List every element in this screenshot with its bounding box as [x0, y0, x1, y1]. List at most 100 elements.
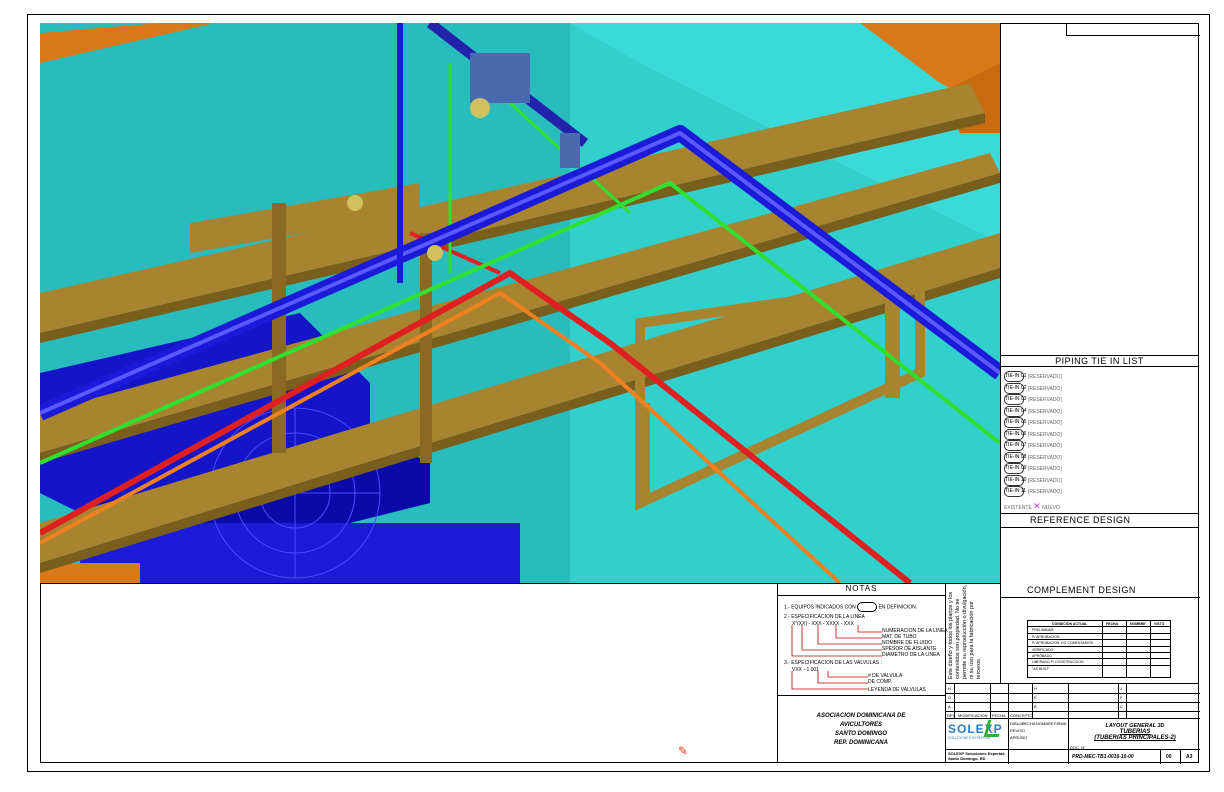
status-header-2: NOMBRE [1130, 622, 1146, 626]
status-col-line [1150, 621, 1151, 677]
note-3: 3.- ESPECIFICACION DE LAS VALVULAS : [784, 660, 882, 666]
tie-in-row: TIE-IN 03 [RESERVADO] [1004, 394, 1062, 405]
legend: EXISTENTE ✕ NUEVO [1004, 501, 1060, 512]
3d-model-view [40, 23, 1001, 584]
status-header-0: CONDICION ACTUAL [1052, 622, 1088, 626]
rev-letter-b1: E [1034, 695, 1037, 700]
tie-in-tag: TIE-IN 04 [1004, 405, 1026, 417]
doc-number: PRD-MEC-TB1-0016-10-00 [1072, 754, 1134, 760]
tie-in-tag: TIE-IN 02 [1004, 382, 1026, 394]
rev-col-0: REV [947, 713, 956, 718]
status-row-6: "AS BUILT" [1032, 666, 1050, 671]
tie-in-status: [RESERVADO] [1028, 488, 1062, 495]
owner-line-2: AVICULTORES [839, 722, 882, 728]
sheet-size: A3 [1186, 754, 1193, 760]
rev-letter-c2: C [1120, 704, 1123, 709]
tie-in-tag: TIE-IN 11 [1004, 486, 1026, 497]
rev-letter-c1: F [1120, 695, 1123, 700]
tie-in-status: [RESERVADO] [1028, 408, 1062, 415]
reference-design-title: REFERENCE DESIGN [1000, 513, 1199, 528]
note-3-item-1: DE COMP. [868, 679, 893, 685]
note-2-leaders [791, 625, 882, 657]
right-panel: PIPING TIE IN LIST TIE-IN 01 [RESERVADO] T… [1000, 23, 1200, 583]
tie-in-row: TIE-IN 10 [RESERVADO] [1004, 474, 1062, 486]
company-address-2: Santo Domingo, RD [948, 756, 986, 761]
doc-label: DOC. N° [1070, 745, 1086, 750]
status-col-line [1126, 621, 1127, 677]
approval-5: FIRMA [1054, 721, 1067, 726]
owner-line-3: SANTO DOMINGO [835, 731, 887, 737]
tie-in-row: TIE-IN 02 [RESERVADO] [1004, 382, 1062, 394]
piping-tie-title: PIPING TIE IN LIST [1000, 355, 1199, 367]
tie-in-tag: TIE-IN 07 [1004, 440, 1026, 451]
tie-in-row: TIE-IN 09 [RESERVADO] [1004, 463, 1062, 474]
rev-letter-c0: J [1120, 686, 1122, 691]
rev-letter-a0: H [948, 686, 951, 691]
tie-in-tag: TIE-IN 06 [1004, 428, 1026, 440]
status-col-line [1102, 621, 1103, 677]
approval-2: APROBO [1010, 735, 1028, 740]
tie-in-row: TIE-IN 08 [RESERVADO] [1004, 451, 1062, 463]
note-3-leaders [791, 671, 868, 690]
tie-in-row: TIE-IN 01 [RESERVADO] [1004, 371, 1062, 382]
tie-in-tag: TIE-IN 08 [1004, 451, 1026, 463]
new-label: NUEVO [1042, 505, 1060, 511]
title-lines-2 [1066, 35, 1199, 36]
owner-line-1: ASOCIACION DOMINICANA DE [816, 713, 906, 719]
note-1: 1.- EQUIPOS INDICADOS CON EN DEFINICION. [784, 602, 917, 612]
rev-letter-a2: A [948, 704, 951, 709]
tie-in-row: TIE-IN 04 [RESERVADO] [1004, 405, 1062, 417]
tie-in-status: [RESERVADO] [1028, 431, 1062, 438]
owner-line-4: REP. DOMINICANA [834, 740, 888, 746]
cross-icon: ✕ [1033, 501, 1041, 511]
tie-in-tag: TIE-IN 10 [1004, 474, 1026, 486]
rev-col-2: FECHA [992, 713, 1006, 718]
rev-letter-a1: G [948, 695, 952, 700]
tie-in-row: TIE-IN 11 [RESERVADO] [1004, 486, 1062, 497]
pen-icon: ✎ [678, 744, 689, 758]
tie-in-status: [RESERVADO] [1028, 477, 1062, 484]
tie-in-tag: TIE-IN 03 [1004, 394, 1026, 405]
tie-in-status: [RESERVADO] [1028, 465, 1062, 472]
rev-number: 00 [1166, 754, 1172, 760]
tie-in-status: [RESERVADO] [1028, 442, 1062, 449]
tie-in-status: [RESERVADO] [1028, 385, 1062, 392]
status-header: CONDICION ACTUAL FECHA NOMBRE VISTO [1028, 621, 1170, 628]
tie-in-status: [RESERVADO] [1028, 396, 1062, 403]
tie-in-status: [RESERVADO] [1028, 373, 1062, 380]
rev-letter-b2: B [1034, 704, 1037, 709]
note-1-text-b: EN DEFINICION. [878, 604, 918, 611]
note-1-text: 1.- EQUIPOS INDICADOS CON [784, 604, 856, 611]
tie-in-tag: TIE-IN 09 [1004, 463, 1026, 474]
approval-1: REVISO [1010, 728, 1026, 733]
tie-in-status: [RESERVADO] [1028, 419, 1062, 426]
approval-4: NOMBRE [1036, 721, 1054, 726]
title-block-grid: H G A H E B J F C REV MODIFICACION FECHA… [945, 683, 1200, 764]
rotated-note-block: Este diseño y todos los planos y los con… [945, 583, 1001, 683]
status-table: CONDICION ACTUAL FECHA NOMBRE VISTO PREL… [1027, 620, 1171, 678]
owner-block: ASOCIACION DOMINICANA DE AVICULTORES SAN… [777, 695, 945, 764]
notes-title: NOTAS [778, 583, 945, 596]
tie-in-tag: TIE-IN 05 [1004, 417, 1026, 428]
cloud-icon [857, 602, 878, 612]
status-header-3: VISTO [1154, 622, 1165, 626]
rotated-note: Este diseño y todos los planos y los con… [948, 584, 982, 679]
note-2: 2.- ESPECIFICACION DE LA LINEA [784, 614, 865, 620]
status-header-1: FECHA [1106, 622, 1119, 626]
tie-in-tag: TIE-IN 01 [1004, 371, 1026, 382]
rev-col-3: CONCEPTO [1010, 713, 1033, 718]
complement-design-title: COMPLEMENT DESIGN [1001, 583, 1200, 598]
note-3-item-2: LEYENDA DE VALVULAS [868, 687, 926, 693]
approval-3: FECHA [1022, 721, 1036, 726]
rev-letter-b0: H [1034, 686, 1037, 691]
tie-in-row: TIE-IN 06 [RESERVADO] [1004, 428, 1062, 440]
tie-in-status: [RESERVADO] [1028, 454, 1062, 461]
drawing-title: LAYOUT GENERAL 3D TUBERIAS (TUBERIAS PRI… [1070, 723, 1200, 741]
rev-col-1: MODIFICACION [958, 713, 988, 718]
company-logo: SOLEXP SOLUCIONES EXPERTAS [948, 720, 1006, 748]
tie-in-row: TIE-IN 07 [RESERVADO] [1004, 440, 1062, 451]
title-line-3: (TUBERIAS PRINCIPALES-2) [1094, 735, 1176, 741]
existing-label: EXISTENTE [1004, 505, 1032, 511]
tie-in-row: TIE-IN 05 [RESERVADO] [1004, 417, 1062, 428]
note-2-item-4: DIAMETRO DE LA LINEA [882, 652, 940, 658]
